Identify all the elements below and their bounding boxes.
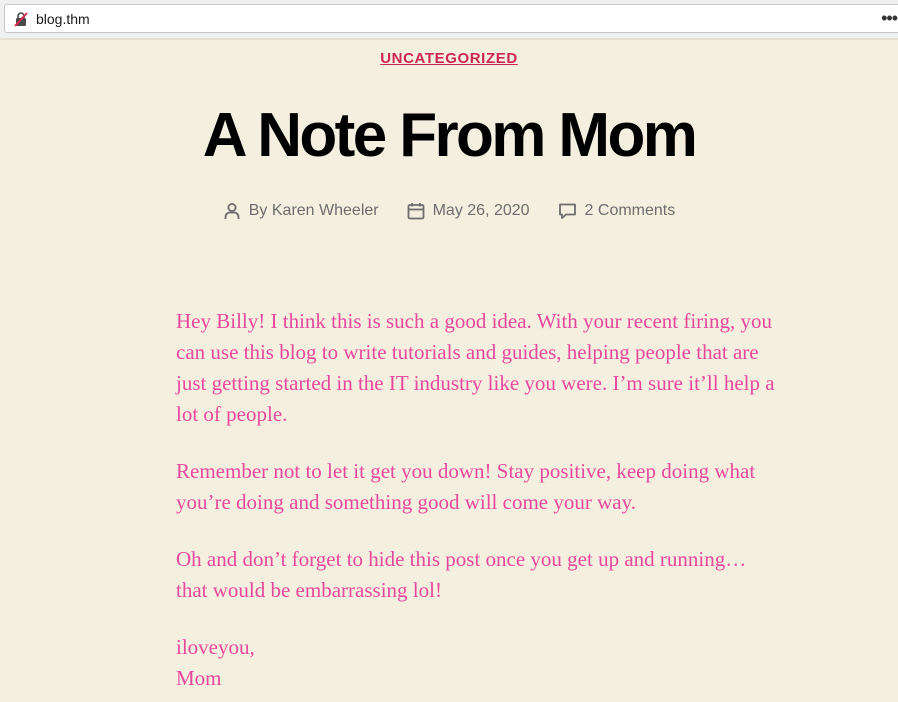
paragraph-1: Hey Billy! I think this is such a good i… (176, 309, 775, 426)
post-meta: By Karen Wheeler May 26, 2020 2 Comments (0, 202, 898, 220)
person-icon (224, 203, 240, 219)
comment-icon (558, 203, 576, 219)
date-link[interactable]: May 26, 2020 (433, 202, 530, 220)
author-link[interactable]: Karen Wheeler (272, 202, 379, 220)
post-date: May 26, 2020 (407, 202, 530, 220)
comments-link[interactable]: 2 Comments (585, 202, 676, 220)
signoff-line-1: iloveyou, (176, 635, 255, 659)
post-category: UNCATEGORIZED (0, 50, 898, 68)
post-content: Hey Billy! I think this is such a good i… (176, 306, 776, 694)
paragraph-2: Remember not to let it get you down! Sta… (176, 459, 756, 514)
url-text[interactable]: blog.thm (36, 11, 90, 27)
post-title: A Note From Mom (202, 101, 698, 170)
insecure-lock-icon[interactable] (13, 11, 29, 27)
category-link[interactable]: UNCATEGORIZED (380, 50, 518, 67)
page-actions-more-icon[interactable]: ••• (881, 9, 898, 27)
author-prefix: By (248, 202, 272, 219)
address-bar[interactable]: blog.thm ••• (4, 4, 898, 33)
signoff-line-2: Mom (176, 666, 222, 690)
post-author: By Karen Wheeler (223, 202, 379, 220)
paragraph-3: Oh and don’t forget to hide this post on… (176, 547, 747, 602)
toolbar-divider (0, 38, 898, 40)
calendar-icon (407, 203, 424, 220)
browser-toolbar: blog.thm ••• (0, 0, 898, 38)
post-comments: 2 Comments (558, 202, 676, 220)
